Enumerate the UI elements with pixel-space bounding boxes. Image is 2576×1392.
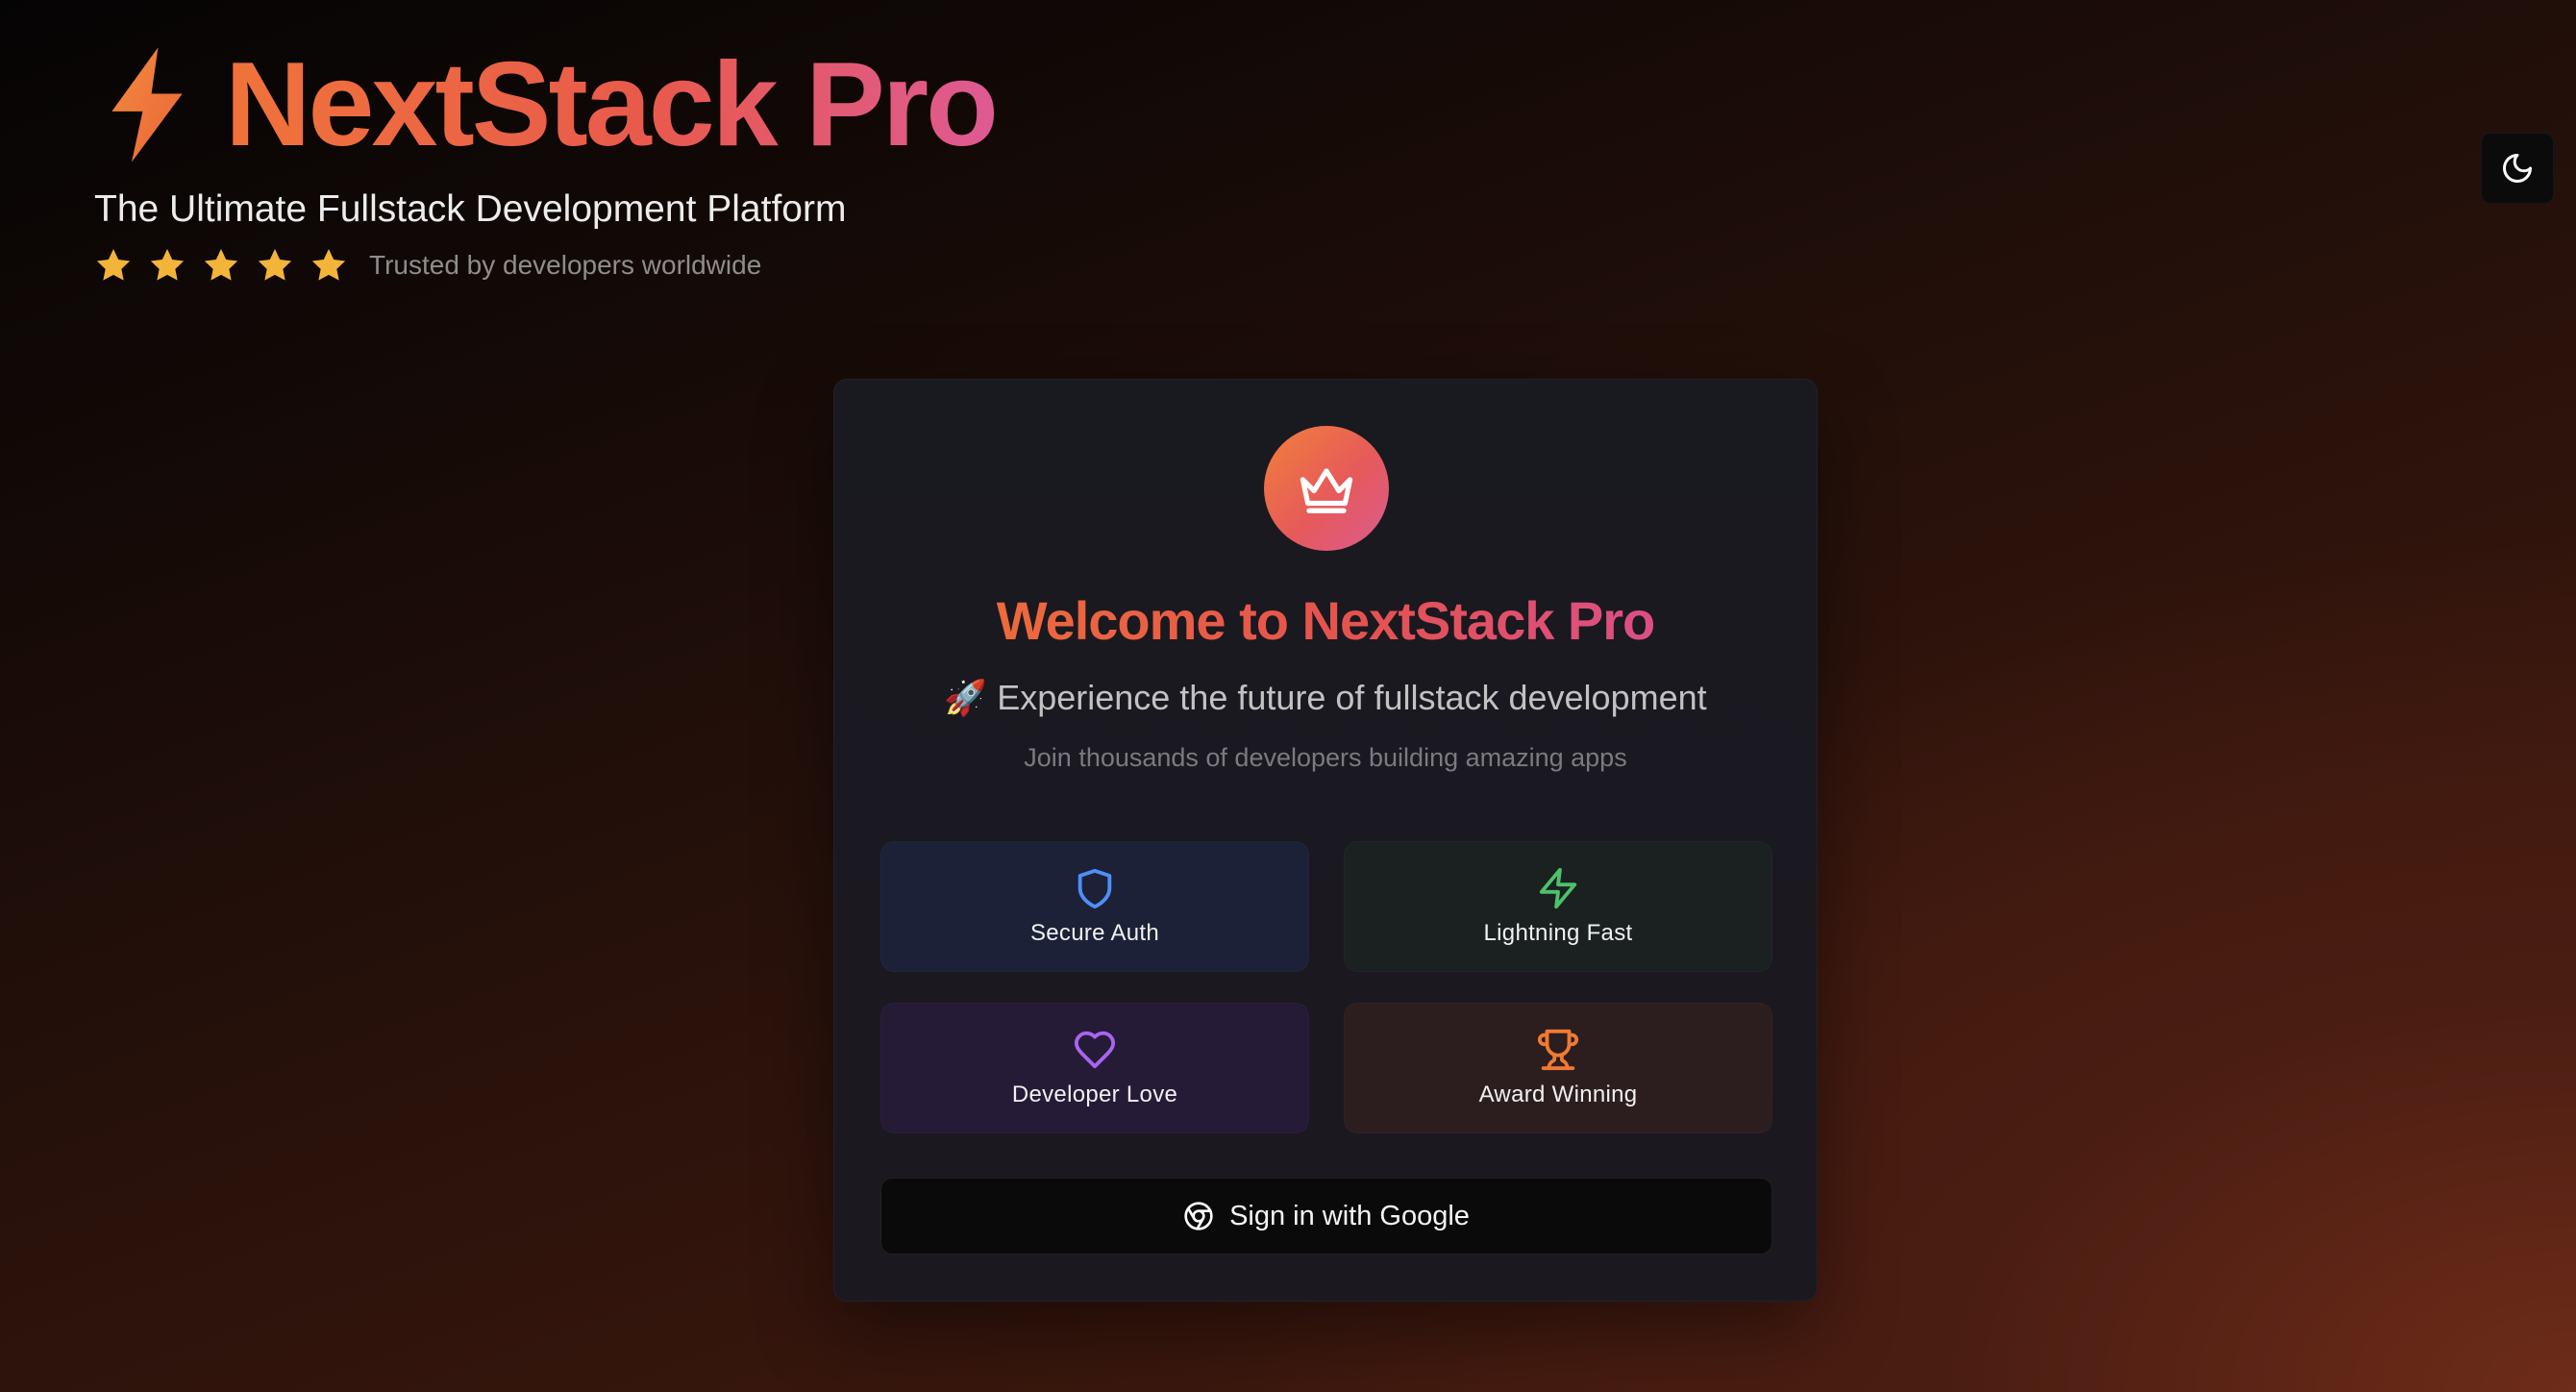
heart-icon [1074,1031,1116,1069]
feature-award-winning: Award Winning [1344,1003,1772,1133]
feature-developer-love: Developer Love [880,1003,1309,1133]
star-icon [258,249,292,281]
brand-row: NextStack Pro [94,38,999,171]
card-note: Join thousands of developers building am… [1024,743,1627,772]
card-title-text: Welcome to NextStack Pro [996,590,1656,651]
lightning-bolt-icon [111,47,183,162]
card-title: Welcome to NextStack Pro [834,589,1817,652]
shield-icon [1077,868,1112,909]
card-subtitle: 🚀 Experience the future of fullstack dev… [944,678,1707,717]
feature-secure-auth: Secure Auth [880,841,1309,972]
google-signin-button[interactable]: Sign in with Google [880,1178,1772,1255]
chrome-icon [1184,1202,1213,1230]
brand-tagline: The Ultimate Fullstack Development Platf… [94,188,847,230]
crown-icon [1300,468,1353,513]
brand-header: NextStack Pro The Ultimate Fullstack Dev… [94,38,999,285]
feature-label: Developer Love [1011,1081,1178,1107]
star-icon [204,249,238,281]
rating: Trusted by developers worldwide [94,246,996,285]
signin-card: Welcome to NextStack Pro 🚀 Experience th… [833,379,1818,1302]
feature-label: Lightning Fast [1483,920,1633,946]
star-icon [150,249,185,281]
brand-title: NextStack Pro [225,38,999,171]
google-signin-label: Sign in with Google [1229,1200,1470,1231]
feature-label: Award Winning [1478,1081,1638,1107]
zap-icon [1539,867,1577,909]
rating-text: Trusted by developers worldwide [369,250,762,280]
star-icon [311,249,346,281]
moon-icon [2503,154,2532,183]
trophy-icon [1537,1029,1579,1071]
theme-toggle-button[interactable] [2481,133,2554,204]
feature-label: Secure Auth [1029,920,1160,946]
feature-grid: Secure Auth Lightning Fast Developer Lov… [880,841,1772,1133]
star-icon [96,249,131,281]
feature-lightning-fast: Lightning Fast [1344,841,1772,972]
crown-badge [1264,426,1389,551]
